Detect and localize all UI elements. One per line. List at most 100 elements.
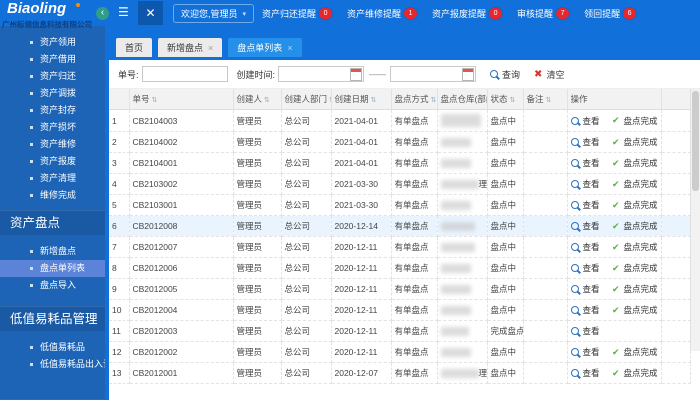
sidebar-group-header[interactable]: 资产盘点 — [0, 210, 105, 235]
table-row[interactable]: 1CB2104003管理员总公司2021-04-01有单盘点盘点中查看✔盘点完成 — [109, 110, 691, 132]
column-header[interactable]: 创建日期⇅ — [331, 89, 391, 110]
view-button[interactable]: 查看 — [571, 304, 600, 316]
view-button[interactable]: 查看 — [571, 283, 600, 295]
complete-button[interactable]: ✔盘点完成 — [612, 199, 658, 211]
complete-button[interactable]: ✔盘点完成 — [612, 157, 658, 169]
brand-name: Biaoling — [7, 0, 66, 17]
complete-button[interactable]: ✔盘点完成 — [612, 262, 658, 274]
column-header[interactable]: 状态⇅ — [487, 89, 523, 110]
date-to-input[interactable] — [390, 66, 476, 82]
sidebar-item[interactable]: 低值易耗品出入记录 — [0, 356, 105, 373]
sidebar-item[interactable]: 资产调拨 — [0, 85, 105, 102]
sidebar-item[interactable]: 资产清理 — [0, 170, 105, 187]
view-button[interactable]: 查看 — [571, 157, 600, 169]
sidebar-item-label: 维修完成 — [40, 190, 76, 200]
table-row[interactable]: 2CB2104002管理员总公司2021-04-01有单盘点盘点中查看✔盘点完成 — [109, 132, 691, 153]
sidebar-item[interactable]: 新增盘点 — [0, 243, 105, 260]
view-button[interactable]: 查看 — [571, 115, 600, 127]
date-from-input[interactable] — [278, 66, 364, 82]
view-button[interactable]: 查看 — [571, 346, 600, 358]
table-row[interactable]: 4CB2103002管理员总公司2021-03-30有单盘点理点盘点中查看✔盘点… — [109, 174, 691, 195]
sidebar-item[interactable]: 资产封存 — [0, 102, 105, 119]
ops-cell: 查看 ✔盘点完成 — [567, 258, 661, 279]
scrollbar-thumb[interactable] — [692, 91, 699, 191]
table-row[interactable]: 5CB2103001管理员总公司2021-03-30有单盘点盘点中查看✔盘点完成 — [109, 195, 691, 216]
table-row[interactable]: 12CB2012002管理员总公司2020-12-11有单盘点盘点中查看✔盘点完… — [109, 342, 691, 363]
complete-button[interactable]: ✔盘点完成 — [612, 178, 658, 190]
sidebar-item[interactable]: 资产报废 — [0, 153, 105, 170]
complete-button[interactable]: ✔盘点完成 — [612, 346, 658, 358]
sort-icon[interactable]: ⇅ — [431, 97, 437, 104]
table-row[interactable]: 10CB2012004管理员总公司2020-12-11有单盘点盘点中查看✔盘点完… — [109, 300, 691, 321]
column-header[interactable]: 创建人⇅ — [233, 89, 281, 110]
tab-close-icon[interactable]: × — [287, 43, 292, 53]
table-row[interactable]: 3CB2104001管理员总公司2021-04-01有单盘点盘点中查看✔盘点完成 — [109, 153, 691, 174]
sidebar-item[interactable]: 资产损坏 — [0, 119, 105, 136]
sort-icon[interactable]: ⇅ — [510, 97, 516, 104]
sort-icon[interactable]: ⇅ — [371, 97, 377, 104]
tab-item[interactable]: 首页 — [116, 38, 152, 57]
topbar-nav-item[interactable]: 资产归还提醒0 — [262, 7, 332, 20]
order-no-input[interactable] — [142, 66, 228, 82]
view-button[interactable]: 查看 — [571, 241, 600, 253]
table-row[interactable]: 11CB2012003管理员总公司2020-12-11有单盘点完成盘点查看 — [109, 321, 691, 342]
column-header[interactable]: 备注⇅ — [523, 89, 567, 110]
view-button[interactable]: 查看 — [571, 178, 600, 190]
calendar-icon[interactable] — [462, 68, 474, 81]
complete-button[interactable]: ✔盘点完成 — [612, 220, 658, 232]
sort-icon[interactable]: ⇅ — [264, 97, 270, 104]
search-button[interactable]: 查询 — [490, 68, 520, 81]
creator-cell: 管理员 — [233, 153, 281, 174]
sidebar-item[interactable]: 维修完成 — [0, 187, 105, 204]
close-icon[interactable]: ✕ — [138, 1, 163, 25]
sidebar-item[interactable]: 资产维修 — [0, 136, 105, 153]
view-button[interactable]: 查看 — [571, 220, 600, 232]
menu-icon[interactable]: ☰ — [118, 5, 129, 19]
view-label: 查看 — [583, 157, 600, 169]
sidebar-item[interactable]: 资产借用 — [0, 51, 105, 68]
table-row[interactable]: 9CB2012005管理员总公司2020-12-11有单盘点盘点中查看✔盘点完成 — [109, 279, 691, 300]
complete-button[interactable]: ✔盘点完成 — [612, 115, 658, 127]
complete-button[interactable]: ✔盘点完成 — [612, 367, 658, 379]
check-icon: ✔ — [612, 284, 620, 295]
clear-button[interactable]: ✖ 清空 — [534, 68, 564, 81]
calendar-icon[interactable] — [350, 68, 362, 81]
user-menu[interactable]: 欢迎您,管理员 ▾ — [173, 4, 254, 23]
sidebar-item[interactable]: 盘点单列表 — [0, 260, 105, 277]
creator-dept-cell: 总公司 — [281, 321, 331, 342]
complete-button[interactable]: ✔盘点完成 — [612, 304, 658, 316]
view-button[interactable]: 查看 — [571, 136, 600, 148]
column-header[interactable]: 单号⇅ — [129, 89, 233, 110]
table-row[interactable]: 7CB2012007管理员总公司2020-12-11有单盘点盘点中查看✔盘点完成 — [109, 237, 691, 258]
column-header[interactable]: 创建人部门⇅ — [281, 89, 331, 110]
sidebar-item[interactable]: 低值易耗品 — [0, 339, 105, 356]
topbar-nav-item[interactable]: 审核提醒7 — [517, 7, 569, 20]
topbar-nav-item[interactable]: 资产报废提醒0 — [432, 7, 502, 20]
table-row[interactable]: 13CB2012001管理员总公司2020-12-07有单盘点理点盘点中查看✔盘… — [109, 363, 691, 384]
complete-button[interactable]: ✔盘点完成 — [612, 136, 658, 148]
sidebar-group-header[interactable]: 低值易耗品管理 — [0, 306, 105, 331]
warehouse-cell — [437, 237, 487, 258]
redacted-text — [441, 327, 469, 336]
column-header[interactable]: 盘点仓库(部门)⇅ — [437, 89, 487, 110]
sidebar-item[interactable]: 资产归还 — [0, 68, 105, 85]
tab-close-icon[interactable]: × — [208, 43, 213, 53]
sort-icon[interactable]: ⇅ — [152, 97, 158, 104]
view-button[interactable]: 查看 — [571, 325, 600, 337]
table-row[interactable]: 6CB2012008管理员总公司2020-12-14有单盘点盘点中查看✔盘点完成 — [109, 216, 691, 237]
sidebar-item[interactable]: 资产领用 — [0, 34, 105, 51]
sidebar-item[interactable]: 盘点导入 — [0, 277, 105, 294]
table-row[interactable]: 8CB2012006管理员总公司2020-12-11有单盘点盘点中查看✔盘点完成 — [109, 258, 691, 279]
vertical-scrollbar[interactable] — [690, 89, 700, 351]
complete-button[interactable]: ✔盘点完成 — [612, 241, 658, 253]
topbar-nav-item[interactable]: 领回提醒6 — [584, 7, 636, 20]
view-button[interactable]: 查看 — [571, 367, 600, 379]
view-button[interactable]: 查看 — [571, 262, 600, 274]
tab-item[interactable]: 新增盘点× — [158, 38, 222, 57]
view-button[interactable]: 查看 — [571, 199, 600, 211]
complete-button[interactable]: ✔盘点完成 — [612, 283, 658, 295]
column-header[interactable]: 盘点方式⇅ — [391, 89, 437, 110]
topbar-nav-item[interactable]: 资产维修提醒1 — [347, 7, 417, 20]
sort-icon[interactable]: ⇅ — [546, 97, 552, 104]
tab-active[interactable]: 盘点单列表× — [228, 38, 301, 57]
